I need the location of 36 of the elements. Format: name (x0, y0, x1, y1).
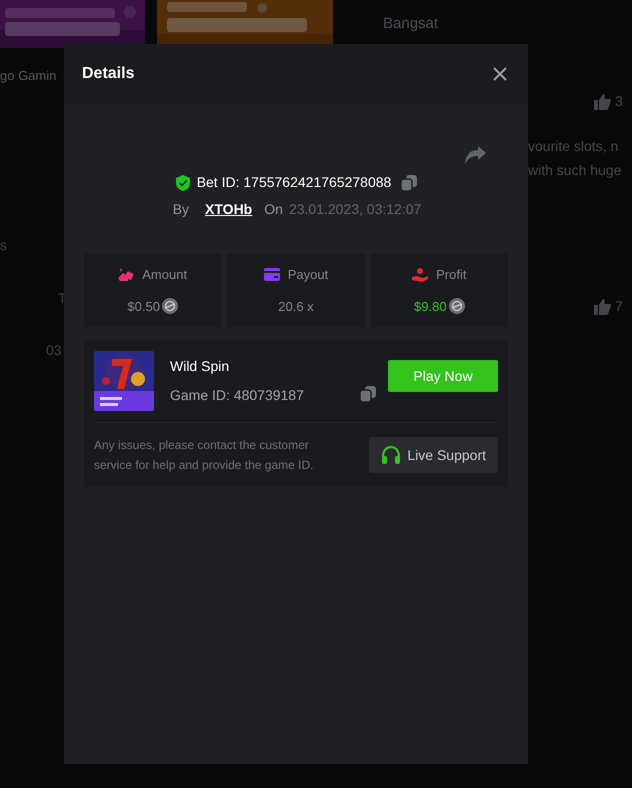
like-button[interactable]: 7 (594, 296, 623, 317)
copy-button[interactable] (360, 386, 376, 402)
play-now-button[interactable]: Play Now (388, 360, 498, 392)
on-label: On (264, 200, 283, 219)
copy-icon (360, 386, 376, 402)
user-link[interactable]: XTOHb (205, 199, 252, 220)
support-note: Any issues, please contact the customer service for help and provide the game ID. (94, 437, 314, 474)
thumbs-up-icon (594, 94, 611, 110)
bet-date: 23.01.2023, 03:12:07 (288, 200, 422, 219)
by-label: By (172, 200, 190, 219)
username: Bangsat (383, 14, 438, 34)
stat-value: $0.50 (127, 298, 160, 316)
copy-icon (401, 174, 418, 190)
comment-text: vourite slots, n (528, 137, 618, 156)
person-hand-icon (412, 268, 428, 282)
stat-value: 20.6 x (278, 298, 314, 316)
share-icon (465, 146, 486, 164)
share-button[interactable] (465, 146, 486, 164)
copy-button[interactable] (401, 174, 418, 190)
hand-coin-icon (118, 268, 134, 282)
close-icon (493, 67, 507, 81)
provider-label: go Gamin (0, 67, 56, 85)
game-title: Wild Spin (170, 357, 230, 376)
game-id: Game ID: 480739187 (170, 386, 304, 405)
card-icon (264, 268, 280, 282)
bet-id-text: Bet ID: 1755762421765278088 (196, 173, 392, 192)
comment-text: with such huge (528, 161, 622, 180)
stat-label: Profit (436, 266, 466, 284)
stat-value: $9.80 (414, 298, 447, 316)
dialog-title: Details (82, 64, 134, 84)
stat-label: Payout (288, 266, 328, 284)
live-support-button[interactable]: Live Support (369, 437, 498, 473)
stat-label: Amount (142, 266, 188, 284)
like-button[interactable]: 3 (594, 91, 623, 112)
thumbs-up-icon (594, 298, 611, 314)
headset-icon (381, 446, 402, 464)
